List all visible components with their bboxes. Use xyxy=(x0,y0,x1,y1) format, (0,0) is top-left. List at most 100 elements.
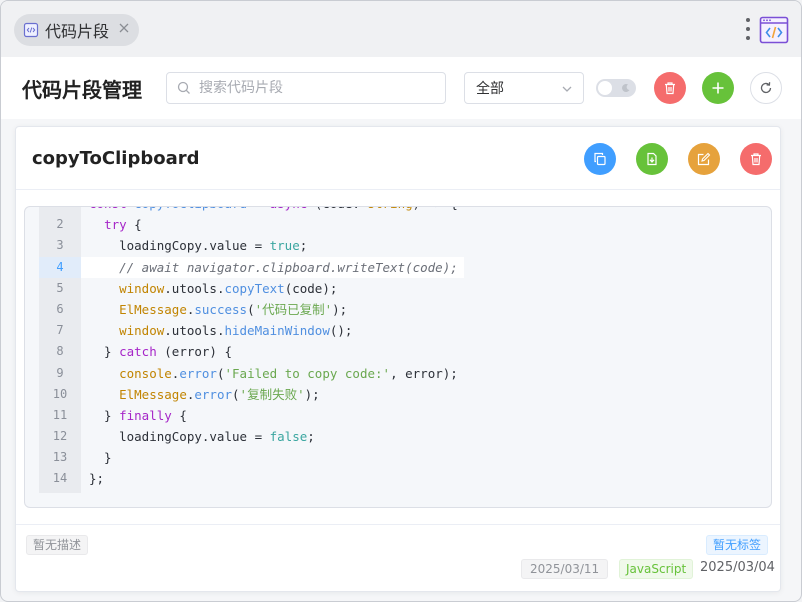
app-window: 代码片段 代码片段管理 全部 xyxy=(0,0,802,602)
copy-icon xyxy=(594,152,606,166)
title-bar: 代码片段 xyxy=(1,1,801,57)
code-token: (); xyxy=(329,323,353,339)
line-number: 3 xyxy=(56,238,64,253)
code-token: async xyxy=(270,207,315,211)
refresh-icon xyxy=(760,82,772,94)
snippet-card-header: copyToClipboard xyxy=(16,127,780,190)
snippet-card-footer: 暂无描述 暂无标签 2025/03/11 JavaScript 2025/03/… xyxy=(16,524,780,593)
code-token: ( xyxy=(232,386,240,402)
updated-date: 2025/03/04 xyxy=(700,560,775,575)
code-text: // await navigator.clipboard.writeText(c… xyxy=(81,256,464,278)
code-token: // await navigator.clipboard.writeText(c… xyxy=(119,259,458,275)
category-select[interactable]: 全部 xyxy=(464,72,584,104)
code-token: (code: xyxy=(315,207,368,211)
tab-snippets[interactable]: 代码片段 xyxy=(14,14,139,46)
code-line: 1const copyToClipboard = async (code: st… xyxy=(39,207,759,214)
code-token: .utools. xyxy=(164,323,225,339)
line-number: 11 xyxy=(52,407,68,422)
code-line: 10 ElMessage.error('复制失败'); xyxy=(39,384,759,405)
code-token: } xyxy=(89,450,112,466)
add-snippet-button[interactable] xyxy=(702,72,734,104)
code-token: console xyxy=(119,365,172,381)
edit-button[interactable] xyxy=(688,143,720,175)
page-title: 代码片段管理 xyxy=(22,78,142,102)
code-token: error xyxy=(194,386,233,402)
code-token: catch xyxy=(119,344,157,360)
code-token: }; xyxy=(89,471,105,487)
close-icon[interactable] xyxy=(117,21,131,35)
export-button[interactable] xyxy=(636,143,668,175)
code-token: hideMainWindow xyxy=(224,323,330,339)
line-number: 4 xyxy=(39,256,81,278)
code-text: try { xyxy=(81,214,142,235)
theme-toggle[interactable] xyxy=(596,79,636,97)
line-number: 12 xyxy=(52,429,68,444)
line-number: 9 xyxy=(56,365,64,380)
code-token: window xyxy=(119,280,165,296)
code-line: 9 console.error('Failed to copy code:', … xyxy=(39,363,759,384)
code-token: copyText xyxy=(224,280,285,296)
code-token: try xyxy=(104,217,127,233)
code-token: loadingCopy.value = xyxy=(89,429,270,445)
category-select-value: 全部 xyxy=(476,81,504,97)
language-tag: JavaScript xyxy=(619,559,694,579)
code-token: true xyxy=(269,238,300,254)
code-token: error xyxy=(179,365,217,381)
code-text: } finally { xyxy=(81,405,187,426)
code-token: ); xyxy=(304,386,320,402)
line-number: 7 xyxy=(56,323,64,338)
refresh-button[interactable] xyxy=(750,72,782,104)
tab-label: 代码片段 xyxy=(45,22,110,41)
code-text: const copyToClipboard = async (code: str… xyxy=(81,207,458,214)
search-input[interactable] xyxy=(199,80,439,96)
delete-button[interactable] xyxy=(740,143,772,175)
code-text: loadingCopy.value = false; xyxy=(81,426,315,447)
code-line: 6 ElMessage.success('代码已复制'); xyxy=(39,299,759,320)
code-token: (code); xyxy=(284,280,338,296)
snippet-card: copyToClipboard 2 try {3 loadingCopy.va… xyxy=(15,126,781,592)
edit-icon xyxy=(697,152,711,166)
code-token: false xyxy=(269,429,308,445)
code-token: .utools. xyxy=(164,280,225,296)
code-token: ; xyxy=(299,238,308,254)
code-token: ElMessage xyxy=(119,301,187,317)
code-line: 7 window.utools.hideMainWindow(); xyxy=(39,320,759,341)
trash-icon xyxy=(751,153,761,166)
code-token: } xyxy=(89,407,120,423)
code-token: string xyxy=(367,207,412,211)
line-number: 14 xyxy=(52,471,68,486)
delete-all-button[interactable] xyxy=(654,72,686,104)
code-text: } xyxy=(81,447,112,468)
search-box[interactable] xyxy=(166,72,446,104)
line-number: 10 xyxy=(52,386,68,401)
code-token: ( xyxy=(216,365,225,381)
code-token: 'Failed to copy code:' xyxy=(224,365,391,381)
code-line: 2 try { xyxy=(39,214,759,235)
description-tag: 暂无描述 xyxy=(26,535,89,555)
code-viewer[interactable]: 1const copyToClipboard = async (code: st… xyxy=(24,206,772,508)
code-token: '代码已复制' xyxy=(254,301,333,317)
moon-icon xyxy=(622,83,630,92)
line-number: 6 xyxy=(56,301,64,316)
copy-button[interactable] xyxy=(584,143,616,175)
code-token: } xyxy=(89,344,120,360)
code-lines: 1const copyToClipboard = async (code: st… xyxy=(39,207,759,490)
code-token: (error) { xyxy=(156,344,233,360)
line-number: 2 xyxy=(56,217,64,232)
kebab-menu-icon[interactable] xyxy=(744,18,752,40)
snippet-title: copyToClipboard xyxy=(32,148,200,169)
code-text: }; xyxy=(81,468,104,489)
line-number: 8 xyxy=(56,344,64,359)
code-line: 12 loadingCopy.value = false; xyxy=(39,426,759,447)
chevron-down-icon xyxy=(562,86,572,92)
code-token: finally xyxy=(119,407,172,423)
code-window-icon[interactable] xyxy=(759,15,789,45)
code-line: 13 } xyxy=(39,447,759,468)
code-line: 3 loadingCopy.value = true; xyxy=(39,235,759,256)
